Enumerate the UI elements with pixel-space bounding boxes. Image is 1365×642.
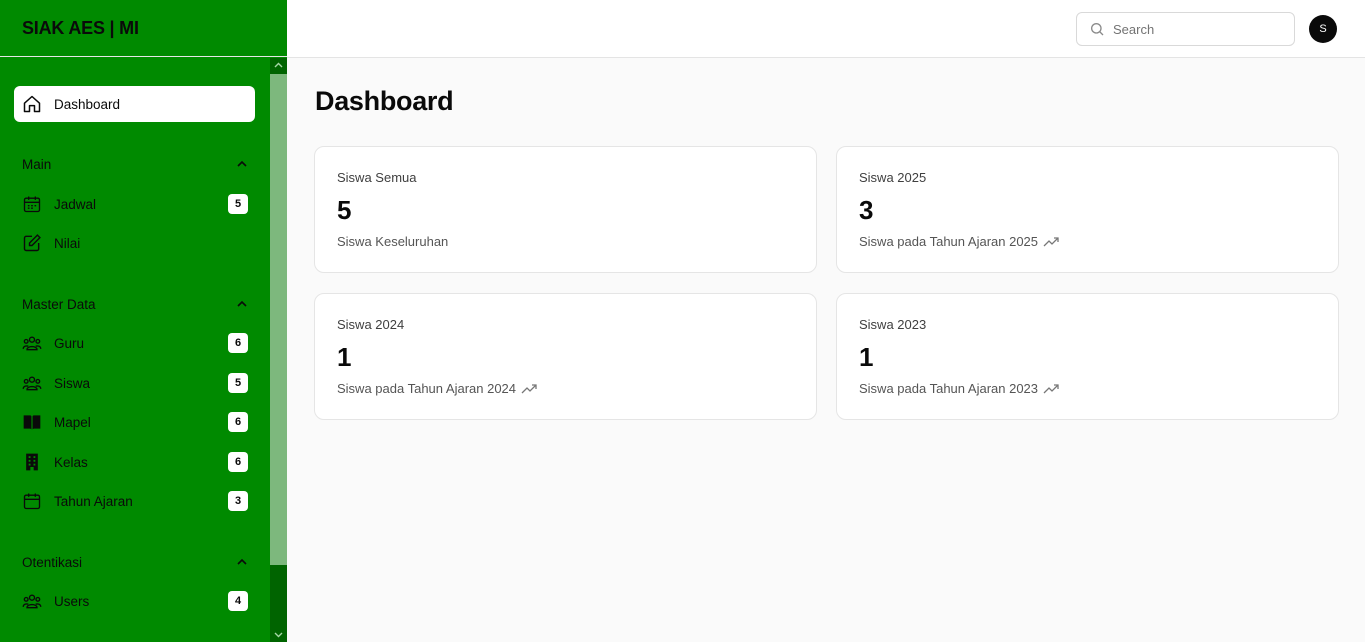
card-value: 3 <box>859 195 874 225</box>
users-icon <box>22 333 42 353</box>
page-title: Dashboard <box>315 86 454 116</box>
search-icon <box>1091 23 1104 36</box>
avatar[interactable]: S <box>1309 15 1337 43</box>
sidebar-item-label: Guru <box>54 335 85 351</box>
group-label: Otentikasi <box>22 554 83 570</box>
trending-up-icon <box>1043 236 1059 246</box>
count-badge: 6 <box>228 452 248 472</box>
card-value: 5 <box>337 195 352 225</box>
calendar-icon <box>22 491 42 511</box>
avatar-initial: S <box>1319 23 1327 35</box>
card-subtitle: Siswa pada Tahun Ajaran 2023 <box>859 381 1059 396</box>
brand-title[interactable]: SIAK AES | MI <box>22 18 139 39</box>
trending-up-icon <box>1043 383 1059 393</box>
sidebar-item-guru[interactable]: Guru 6 <box>14 325 255 361</box>
group-main-header[interactable]: Main <box>22 154 248 174</box>
count-badge: 6 <box>228 333 248 353</box>
sidebar-item-nilai[interactable]: Nilai <box>14 225 255 261</box>
home-icon <box>22 94 42 114</box>
card-value: 1 <box>337 342 352 372</box>
count-badge: 5 <box>228 373 248 393</box>
sidebar-item-tahun-ajaran[interactable]: Tahun Ajaran 3 <box>14 483 255 519</box>
sidebar-item-label: Nilai <box>54 235 81 251</box>
card-subtitle: Siswa Keseluruhan <box>337 234 448 249</box>
sidebar-item-jadwal[interactable]: Jadwal 5 <box>14 186 255 222</box>
stat-card-siswa-2025: Siswa 2025 3 Siswa pada Tahun Ajaran 202… <box>836 146 1339 273</box>
card-subtitle-text: Siswa pada Tahun Ajaran 2024 <box>337 381 517 396</box>
sidebar-item-label: Kelas <box>54 454 88 470</box>
count-badge: 4 <box>228 591 248 611</box>
brand: SIAK AES | MI <box>0 0 287 57</box>
sidebar-item-label: Jadwal <box>54 196 97 212</box>
scroll-thumb[interactable] <box>270 74 287 565</box>
sidebar-item-dashboard[interactable]: Dashboard <box>14 86 255 122</box>
card-title: Siswa 2023 <box>859 317 927 332</box>
count-badge: 6 <box>228 412 248 432</box>
sidebar-item-label: Tahun Ajaran <box>54 493 133 509</box>
card-title: Siswa 2025 <box>859 170 927 185</box>
sidebar: SIAK AES | MI Dashboard Main Jadwal 5 Ni… <box>0 0 287 642</box>
sidebar-scrollbar[interactable] <box>270 58 287 642</box>
card-subtitle-text: Siswa Keseluruhan <box>337 234 449 249</box>
chevron-up-icon <box>237 558 247 565</box>
group-master-data-header[interactable]: Master Data <box>22 294 248 314</box>
users-icon <box>22 373 42 393</box>
trending-up-icon <box>521 383 537 393</box>
scroll-down-arrow-icon[interactable] <box>270 628 287 642</box>
calendar-grid-icon <box>22 194 42 214</box>
search-input[interactable] <box>1113 21 1283 37</box>
card-subtitle: Siswa pada Tahun Ajaran 2024 <box>337 381 537 396</box>
group-label: Master Data <box>22 296 96 312</box>
edit-icon <box>22 233 42 253</box>
card-subtitle: Siswa pada Tahun Ajaran 2025 <box>859 234 1059 249</box>
book-icon <box>22 412 42 432</box>
sidebar-item-label: Dashboard <box>54 96 121 112</box>
sidebar-item-label: Siswa <box>54 375 91 391</box>
sidebar-nav: Dashboard Main Jadwal 5 Nilai Master Dat… <box>0 58 270 642</box>
chevron-up-icon <box>237 160 247 167</box>
group-otentikasi-header[interactable]: Otentikasi <box>22 552 248 572</box>
group-label: Main <box>22 156 52 172</box>
card-subtitle-text: Siswa pada Tahun Ajaran 2025 <box>859 234 1039 249</box>
sidebar-item-siswa[interactable]: Siswa 5 <box>14 365 255 401</box>
count-badge: 3 <box>228 491 248 511</box>
building-icon <box>22 452 42 472</box>
search-box[interactable] <box>1076 12 1295 46</box>
sidebar-item-label: Users <box>54 593 90 609</box>
count-badge: 5 <box>228 194 248 214</box>
sidebar-item-label: Mapel <box>54 414 91 430</box>
chevron-up-icon <box>237 300 247 307</box>
stat-card-siswa-2024: Siswa 2024 1 Siswa pada Tahun Ajaran 202… <box>314 293 817 420</box>
card-title: Siswa 2024 <box>337 317 405 332</box>
stat-card-siswa-semua: Siswa Semua 5 Siswa Keseluruhan <box>314 146 817 273</box>
card-value: 1 <box>859 342 874 372</box>
stat-card-siswa-2023: Siswa 2023 1 Siswa pada Tahun Ajaran 202… <box>836 293 1339 420</box>
card-title: Siswa Semua <box>337 170 417 185</box>
sidebar-item-mapel[interactable]: Mapel 6 <box>14 404 255 440</box>
sidebar-item-kelas[interactable]: Kelas 6 <box>14 444 255 480</box>
card-subtitle-text: Siswa pada Tahun Ajaran 2023 <box>859 381 1039 396</box>
scroll-up-arrow-icon[interactable] <box>270 58 287 72</box>
top-header: S <box>287 0 1365 58</box>
sidebar-item-users[interactable]: Users 4 <box>14 583 255 619</box>
users-icon <box>22 591 42 611</box>
